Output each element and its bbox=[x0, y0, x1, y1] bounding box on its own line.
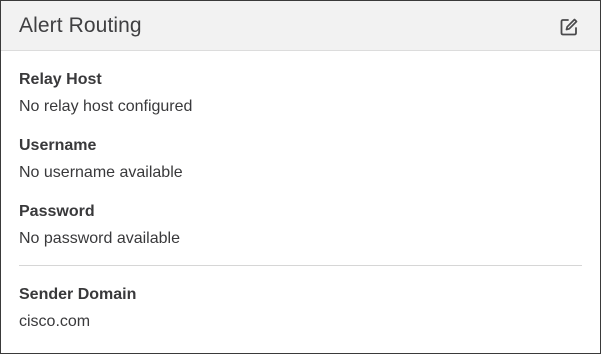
field-label: Username bbox=[19, 137, 97, 154]
field-password: Password No password available bbox=[19, 203, 180, 248]
field-value: No username available bbox=[19, 164, 183, 181]
field-relay-host: Relay Host No relay host configured bbox=[19, 71, 192, 116]
field-sender-domain: Sender Domain cisco.com bbox=[19, 286, 136, 331]
field-label: Relay Host bbox=[19, 71, 102, 88]
field-label: Password bbox=[19, 203, 95, 220]
edit-button[interactable] bbox=[558, 16, 580, 38]
card-title: Alert Routing bbox=[19, 14, 142, 37]
field-value: No password available bbox=[19, 230, 180, 247]
alert-routing-card: Alert Routing Relay Host No relay host c… bbox=[0, 0, 601, 354]
field-value: cisco.com bbox=[19, 313, 91, 330]
field-username: Username No username available bbox=[19, 137, 183, 182]
card-header: Alert Routing bbox=[1, 1, 600, 51]
field-label: Sender Domain bbox=[19, 286, 137, 303]
divider bbox=[19, 265, 582, 266]
field-value: No relay host configured bbox=[19, 98, 193, 115]
edit-icon bbox=[560, 18, 578, 36]
